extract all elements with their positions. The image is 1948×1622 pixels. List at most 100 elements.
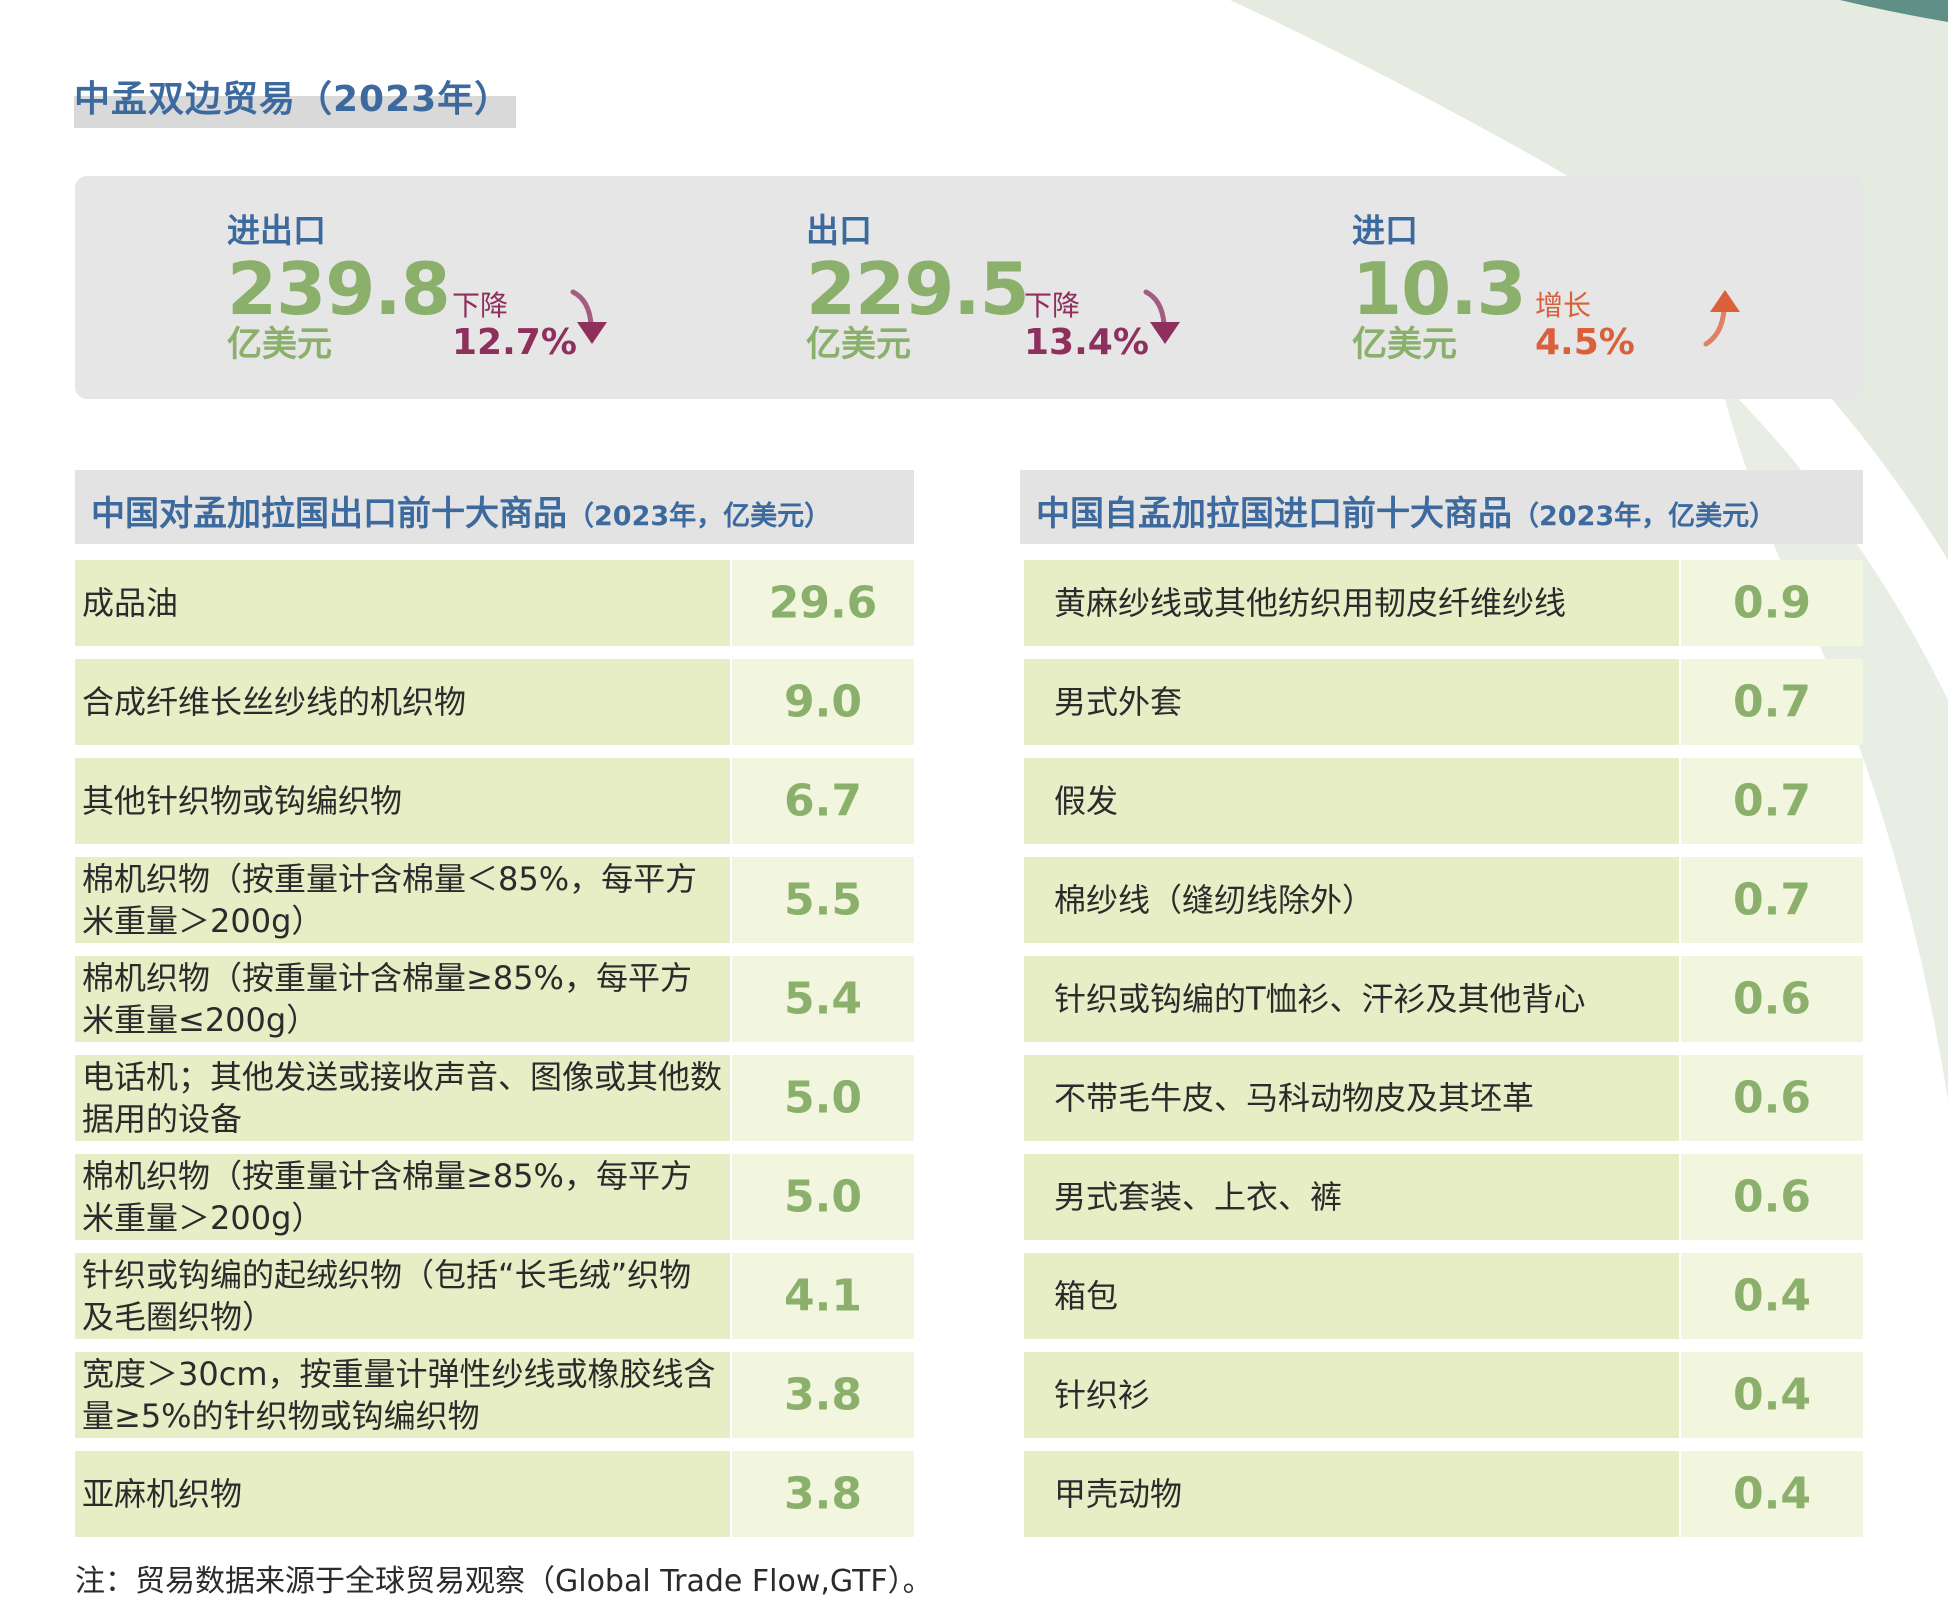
table-row: 不带毛牛皮、马科动物皮及其坯革 0.6 xyxy=(1024,1055,1863,1141)
export-table-title-sub: （2023年，亿美元） xyxy=(567,501,832,532)
change-value: 4.5% xyxy=(1535,322,1635,363)
product-value: 4.1 xyxy=(784,1270,862,1322)
product-value: 0.6 xyxy=(1733,1072,1811,1124)
table-row: 棉纱线（缝纫线除外） 0.7 xyxy=(1024,857,1863,943)
product-value-cell: 6.7 xyxy=(732,758,914,844)
product-value: 5.4 xyxy=(784,973,862,1025)
product-name: 针织或钩编的起绒织物（包括“长毛绒”织物及毛圈织物） xyxy=(82,1256,692,1336)
product-name: 针织衫 xyxy=(1054,1376,1151,1414)
export-table-title: 中国对孟加拉国出口前十大商品（2023年，亿美元） xyxy=(91,486,831,535)
product-name-cell: 黄麻纱线或其他纺织用韧皮纤维纱线 xyxy=(1024,560,1679,646)
product-value: 0.6 xyxy=(1733,973,1811,1025)
product-name: 不带毛牛皮、马科动物皮及其坯革 xyxy=(1054,1079,1535,1117)
product-name-cell: 合成纤维长丝纱线的机织物 xyxy=(75,659,730,745)
product-name: 黄麻纱线或其他纺织用韧皮纤维纱线 xyxy=(1054,584,1567,622)
product-name-cell: 针织或钩编的T恤衫、汗衫及其他背心 xyxy=(1024,956,1679,1042)
product-name: 棉机织物（按重量计含棉量≥85%，每平方米重量≤200g） xyxy=(82,959,692,1039)
stat-unit: 亿美元 xyxy=(1352,325,1458,365)
product-value-cell: 5.0 xyxy=(732,1055,914,1141)
product-value-cell: 0.4 xyxy=(1681,1253,1863,1339)
product-value: 6.7 xyxy=(784,775,862,827)
stat-label: 进出口 xyxy=(227,211,326,250)
product-value-cell: 0.6 xyxy=(1681,1055,1863,1141)
import-table-title-main: 中国自孟加拉国进口前十大商品 xyxy=(1036,494,1512,534)
product-value: 0.7 xyxy=(1733,775,1811,827)
table-row: 男式外套 0.7 xyxy=(1024,659,1863,745)
product-name-cell: 不带毛牛皮、马科动物皮及其坯革 xyxy=(1024,1055,1679,1141)
product-name: 宽度＞30cm，按重量计弹性纱线或橡胶线含量≥5%的针织物或钩编织物 xyxy=(82,1355,716,1435)
product-name-cell: 假发 xyxy=(1024,758,1679,844)
change-label: 增长 xyxy=(1535,289,1592,322)
product-name: 男式套装、上衣、裤 xyxy=(1054,1178,1343,1216)
product-value-cell: 5.4 xyxy=(732,956,914,1042)
table-row: 针织或钩编的T恤衫、汗衫及其他背心 0.6 xyxy=(1024,956,1863,1042)
product-value-cell: 29.6 xyxy=(732,560,914,646)
table-row: 甲壳动物 0.4 xyxy=(1024,1451,1863,1537)
product-value: 29.6 xyxy=(768,577,878,629)
product-name-cell: 棉机织物（按重量计含棉量＜85%，每平方米重量＞200g） xyxy=(75,857,730,943)
product-name-cell: 成品油 xyxy=(75,560,730,646)
stat-label: 进口 xyxy=(1352,211,1418,250)
product-name: 箱包 xyxy=(1054,1277,1119,1315)
product-name-cell: 亚麻机织物 xyxy=(75,1451,730,1537)
product-value-cell: 0.4 xyxy=(1681,1352,1863,1438)
table-row: 亚麻机织物 3.8 xyxy=(75,1451,914,1537)
change-value: 13.4% xyxy=(1024,322,1149,363)
export-table-header: 中国对孟加拉国出口前十大商品（2023年，亿美元） xyxy=(75,470,914,544)
import-table-title: 中国自孟加拉国进口前十大商品（2023年，亿美元） xyxy=(1036,486,1776,535)
product-name: 甲壳动物 xyxy=(1054,1475,1183,1513)
change-value: 12.7% xyxy=(452,322,577,363)
product-name: 假发 xyxy=(1054,782,1119,820)
product-name-cell: 电话机；其他发送或接收声音、图像或其他数据用的设备 xyxy=(75,1055,730,1141)
table-row: 针织或钩编的起绒织物（包括“长毛绒”织物及毛圈织物） 4.1 xyxy=(75,1253,914,1339)
product-name-cell: 针织衫 xyxy=(1024,1352,1679,1438)
product-name: 棉机织物（按重量计含棉量≥85%，每平方米重量＞200g） xyxy=(82,1157,692,1237)
product-value-cell: 3.8 xyxy=(732,1352,914,1438)
product-name: 男式外套 xyxy=(1054,683,1183,721)
product-name: 针织或钩编的T恤衫、汗衫及其他背心 xyxy=(1054,980,1586,1018)
product-name: 电话机；其他发送或接收声音、图像或其他数据用的设备 xyxy=(82,1058,723,1138)
product-value-cell: 9.0 xyxy=(732,659,914,745)
product-value-cell: 0.6 xyxy=(1681,956,1863,1042)
product-name-cell: 棉机织物（按重量计含棉量≥85%，每平方米重量≤200g） xyxy=(75,956,730,1042)
product-value: 3.8 xyxy=(784,1468,862,1520)
product-name-cell: 针织或钩编的起绒织物（包括“长毛绒”织物及毛圈织物） xyxy=(75,1253,730,1339)
product-name: 合成纤维长丝纱线的机织物 xyxy=(82,683,467,721)
product-value-cell: 5.0 xyxy=(732,1154,914,1240)
product-name-cell: 棉机织物（按重量计含棉量≥85%，每平方米重量＞200g） xyxy=(75,1154,730,1240)
product-value: 0.7 xyxy=(1733,874,1811,926)
table-row: 黄麻纱线或其他纺织用韧皮纤维纱线 0.9 xyxy=(1024,560,1863,646)
table-row: 棉机织物（按重量计含棉量≥85%，每平方米重量≤200g） 5.4 xyxy=(75,956,914,1042)
product-value: 0.9 xyxy=(1733,577,1811,629)
product-name-cell: 男式套装、上衣、裤 xyxy=(1024,1154,1679,1240)
product-value: 9.0 xyxy=(784,676,862,728)
stat-unit: 亿美元 xyxy=(806,325,912,365)
product-value-cell: 3.8 xyxy=(732,1451,914,1537)
product-name-cell: 男式外套 xyxy=(1024,659,1679,745)
product-value: 0.4 xyxy=(1733,1468,1811,1520)
change-label: 下降 xyxy=(452,289,509,322)
table-row: 假发 0.7 xyxy=(1024,758,1863,844)
product-value: 3.8 xyxy=(784,1369,862,1421)
product-value: 5.0 xyxy=(784,1171,862,1223)
product-name: 亚麻机织物 xyxy=(82,1475,243,1513)
product-value: 5.5 xyxy=(784,874,862,926)
down-arrow-icon xyxy=(1143,289,1180,344)
import-table-header: 中国自孟加拉国进口前十大商品（2023年，亿美元） xyxy=(1020,470,1863,544)
product-value-cell: 4.1 xyxy=(732,1253,914,1339)
up-arrow-icon xyxy=(1703,290,1740,347)
product-value-cell: 0.6 xyxy=(1681,1154,1863,1240)
table-row: 宽度＞30cm，按重量计弹性纱线或橡胶线含量≥5%的针织物或钩编织物 3.8 xyxy=(75,1352,914,1438)
product-name: 棉纱线（缝纫线除外） xyxy=(1054,881,1375,919)
stat-unit: 亿美元 xyxy=(227,325,333,365)
table-row: 其他针织物或钩编织物 6.7 xyxy=(75,758,914,844)
product-value-cell: 0.4 xyxy=(1681,1451,1863,1537)
change-label: 下降 xyxy=(1024,289,1081,322)
product-value: 0.4 xyxy=(1733,1270,1811,1322)
stat-label: 出口 xyxy=(806,211,872,250)
table-row: 男式套装、上衣、裤 0.6 xyxy=(1024,1154,1863,1240)
page-title: 中孟双边贸易（2023年） xyxy=(74,79,512,120)
product-name-cell: 甲壳动物 xyxy=(1024,1451,1679,1537)
down-arrow-icon xyxy=(570,289,607,344)
table-row: 箱包 0.4 xyxy=(1024,1253,1863,1339)
